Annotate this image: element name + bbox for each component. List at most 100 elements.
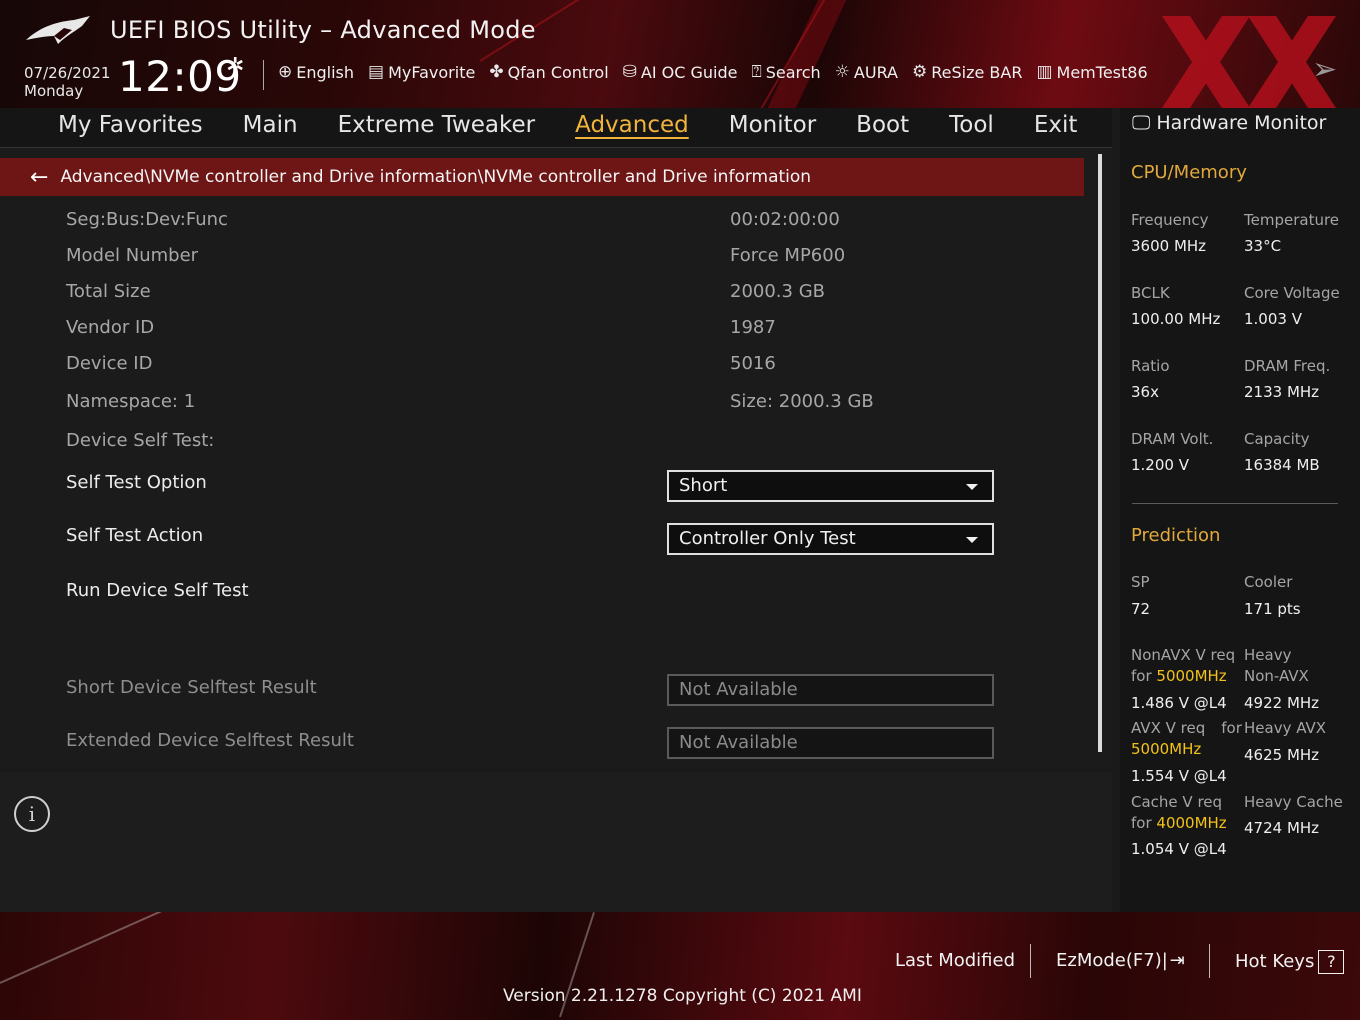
self-test-action-select[interactable]: Controller Only Test xyxy=(667,523,994,555)
search-icon: ⍰ xyxy=(751,62,762,82)
hardware-monitor-label: Hardware Monitor xyxy=(1156,112,1327,134)
help-question-icon: ? xyxy=(1318,950,1345,974)
run-device-self-test-button[interactable]: Run Device Self Test xyxy=(66,580,249,601)
info-row: Vendor ID 1987 xyxy=(66,317,1066,347)
ai-oc-guide-button[interactable]: ⛁ AI OC Guide xyxy=(623,62,738,82)
info-row-label: Namespace: 1 xyxy=(66,391,196,412)
tab-boot[interactable]: Boot xyxy=(856,112,909,138)
temperature-value: 33°C xyxy=(1244,237,1282,255)
favorite-icon: ▤ xyxy=(368,62,385,82)
heavy-nonavx-label2: Non-AVX xyxy=(1244,667,1309,685)
search-button[interactable]: ⍰ Search xyxy=(752,62,821,82)
day-label: Monday xyxy=(24,82,84,100)
sp-value: 72 xyxy=(1131,600,1151,618)
self-test-header: Device Self Test: xyxy=(66,430,215,451)
cursor-icon: ➢ xyxy=(1312,52,1338,87)
aura-icon: ☼ xyxy=(834,62,850,82)
core-voltage-label: Core Voltage xyxy=(1244,284,1340,302)
clock[interactable]: 12:09 xyxy=(118,52,242,101)
footer-bar: Last Modified EzMode(F7)| ⇥ Hot Keys? Ver… xyxy=(0,912,1360,1020)
info-row-value: Size: 2000.3 GB xyxy=(730,391,874,412)
info-row-value: Force MP600 xyxy=(730,245,846,266)
info-row: Model Number Force MP600 xyxy=(66,245,1066,275)
ezmode-button[interactable]: EzMode(F7)| ⇥ xyxy=(1056,950,1185,971)
avx-vreq: AVX V req xyxy=(1131,719,1206,737)
last-modified-button[interactable]: Last Modified xyxy=(895,950,1015,971)
extended-result-field: Not Available xyxy=(667,727,994,759)
chevron-down-icon xyxy=(966,537,978,543)
info-row-label: Model Number xyxy=(66,245,199,266)
extended-result-label: Extended Device Selftest Result xyxy=(66,730,354,751)
frequency-label: Frequency xyxy=(1131,211,1209,229)
decor-streak xyxy=(0,912,238,984)
main-tabs: My Favorites Main Extreme Tweaker Advanc… xyxy=(58,112,1077,138)
hot-keys-label: Hot Keys xyxy=(1235,951,1315,972)
resize-bar-icon: ⚙ xyxy=(912,62,928,82)
qfan-control-button[interactable]: ✤ Qfan Control xyxy=(489,62,608,82)
info-row-label: Device ID xyxy=(66,353,153,374)
tab-extreme-tweaker[interactable]: Extreme Tweaker xyxy=(338,112,536,138)
bclk-label: BCLK xyxy=(1131,284,1170,302)
capacity-value: 16384 MB xyxy=(1244,456,1320,474)
hardware-monitor-title: 🖵 Hardware Monitor xyxy=(1132,112,1326,134)
tab-monitor[interactable]: Monitor xyxy=(729,112,816,138)
back-arrow-icon[interactable]: ← xyxy=(30,165,48,190)
info-row-value: 2000.3 GB xyxy=(730,281,826,302)
memtest-button[interactable]: ▥ MemTest86 xyxy=(1036,62,1147,82)
info-row: Total Size 2000.3 GB xyxy=(66,281,1066,311)
tab-tool[interactable]: Tool xyxy=(949,112,994,138)
avx-for: for xyxy=(1221,719,1242,737)
nonavx-label: NonAVX V req xyxy=(1131,646,1236,664)
ezmode-label: EzMode(F7)| xyxy=(1056,950,1168,971)
footer-separator xyxy=(1209,944,1210,978)
aura-button[interactable]: ☼ AURA xyxy=(835,62,898,82)
qfan-label: Qfan Control xyxy=(507,62,609,82)
tab-main[interactable]: Main xyxy=(243,112,298,138)
tab-advanced[interactable]: Advanced xyxy=(575,112,689,138)
resize-bar-button[interactable]: ⚙ ReSize BAR xyxy=(912,62,1022,82)
app-title: UEFI BIOS Utility – Advanced Mode xyxy=(110,16,536,44)
core-voltage-value: 1.003 V xyxy=(1244,310,1302,328)
tab-my-favorites[interactable]: My Favorites xyxy=(58,112,203,138)
gear-icon[interactable]: ✲ xyxy=(226,54,244,79)
self-test-header-row: Device Self Test: xyxy=(66,430,1066,460)
cache-value: 1.054 V @L4 xyxy=(1131,840,1227,858)
heavy-cache-value: 4724 MHz xyxy=(1244,819,1320,837)
cooler-value: 171 pts xyxy=(1244,600,1301,618)
cache-freq-label: for 4000MHz xyxy=(1131,814,1227,832)
tab-exit[interactable]: Exit xyxy=(1034,112,1078,138)
heavy-cache-label: Heavy Cache xyxy=(1244,793,1343,811)
info-row-label: Vendor ID xyxy=(66,317,155,338)
date-label: 07/26/2021 xyxy=(24,64,111,82)
cache-for: for xyxy=(1131,814,1152,832)
heavy-nonavx-label1: Heavy xyxy=(1244,646,1292,664)
ratio-value: 36x xyxy=(1131,383,1159,401)
dram-freq-label: DRAM Freq. xyxy=(1244,357,1331,375)
decor-streak xyxy=(759,0,911,108)
capacity-label: Capacity xyxy=(1244,430,1310,448)
toolbar-separator xyxy=(263,60,264,90)
bclk-value: 100.00 MHz xyxy=(1131,310,1221,328)
chevron-down-icon xyxy=(966,484,978,490)
info-row-label: Seg:Bus:Dev:Func xyxy=(66,209,228,230)
hot-keys-button[interactable]: Hot Keys? xyxy=(1235,950,1345,974)
toolbar: ⊕ English ▤ MyFavorite ✤ Qfan Control ⛁ … xyxy=(278,62,1162,82)
scrollbar[interactable] xyxy=(1098,154,1102,752)
run-device-self-test-row[interactable]: Run Device Self Test xyxy=(66,580,1066,610)
self-test-option-select[interactable]: Short xyxy=(667,470,994,502)
avx-value: 1.554 V @L4 xyxy=(1131,767,1227,785)
info-row: Device ID 5016 xyxy=(66,353,1066,383)
chip-icon: ⛁ xyxy=(622,62,637,82)
myfavorite-label: MyFavorite xyxy=(388,62,476,82)
myfavorite-button[interactable]: ▤ MyFavorite xyxy=(368,62,475,82)
self-test-action-label: Self Test Action xyxy=(66,525,204,546)
language-button[interactable]: ⊕ English xyxy=(278,62,354,82)
extended-result-value: Not Available xyxy=(679,732,798,753)
info-row-value: 1987 xyxy=(730,317,776,338)
heavy-avx-value: 4625 MHz xyxy=(1244,746,1320,764)
dram-freq-value: 2133 MHz xyxy=(1244,383,1320,401)
self-test-action-value: Controller Only Test xyxy=(679,528,856,549)
globe-icon: ⊕ xyxy=(278,62,293,82)
avx-freq: 5000MHz xyxy=(1131,740,1202,758)
cache-freq: 4000MHz xyxy=(1156,814,1227,832)
